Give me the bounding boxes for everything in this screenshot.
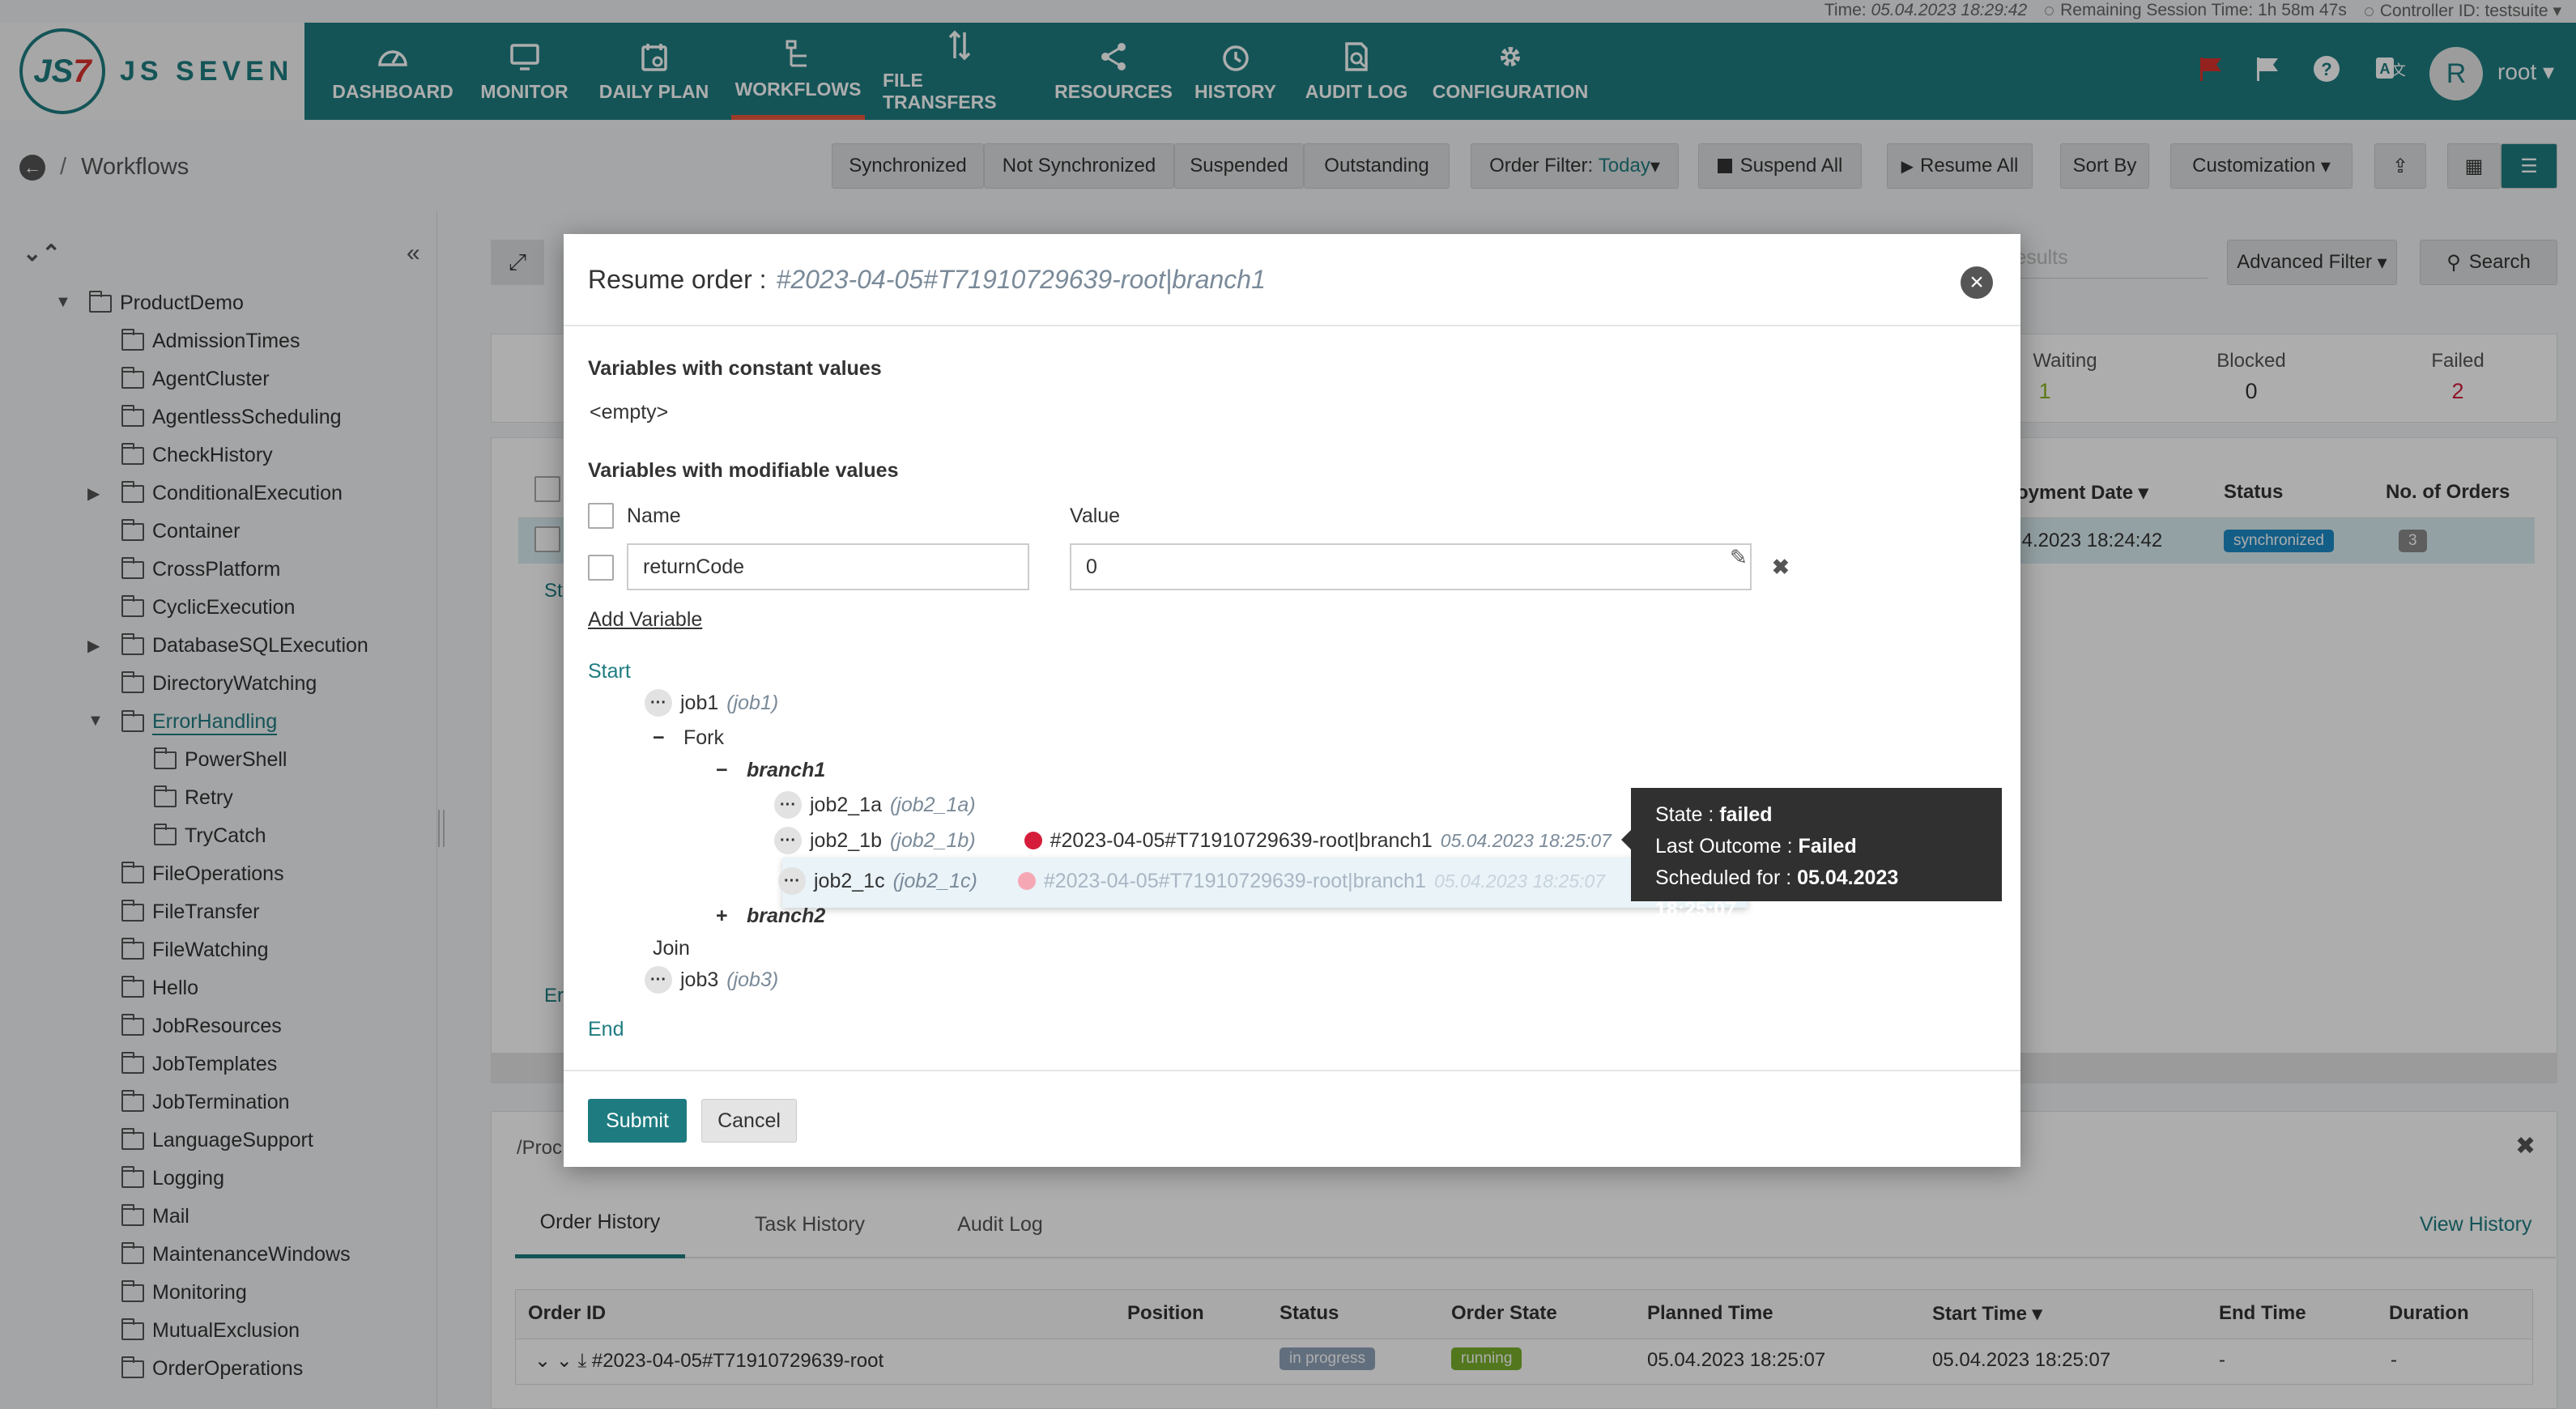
failed-order-dot-ghost <box>1017 872 1036 890</box>
workflow-branch2[interactable]: + branch2 <box>716 905 825 928</box>
tooltip-outcome: Last Outcome : Failed <box>1655 835 1857 858</box>
job-actions-icon[interactable]: ··· <box>774 827 802 854</box>
modal-footer-divider <box>564 1070 2020 1071</box>
workflow-branch1[interactable]: − branch1 <box>716 759 825 782</box>
failed-order-dot[interactable] <box>1024 832 1042 849</box>
workflow-job2-1c[interactable]: ··· job2_1c (job2_1c) #2023-04-05#T7191072… <box>778 867 1605 895</box>
const-vars-value: <empty> <box>590 401 669 424</box>
order-id[interactable]: #2023-04-05#T71910729639-root|branch1 <box>1050 829 1433 853</box>
mod-vars-heading: Variables with modifiable values <box>588 459 899 482</box>
order-state-tooltip: State : failed Last Outcome : Failed Sch… <box>1621 788 2002 921</box>
tooltip-scheduled: Scheduled for : 05.04.2023 18:25:07 <box>1655 866 1899 921</box>
cancel-button[interactable]: Cancel <box>701 1099 797 1143</box>
workflow-start[interactable]: Start <box>588 660 631 683</box>
remove-variable-icon[interactable]: ✖ <box>1772 555 1790 580</box>
col-value-header: Value <box>1070 504 1121 527</box>
workflow-job2-1a[interactable]: ··· job2_1a (job2_1a) <box>774 791 976 819</box>
workflow-end[interactable]: End <box>588 1018 624 1041</box>
close-icon[interactable]: × <box>1961 266 1993 299</box>
collapse-fork-icon[interactable]: − <box>653 726 675 750</box>
expand-branch-icon[interactable]: + <box>716 905 739 928</box>
job-actions-icon[interactable]: ··· <box>774 791 802 819</box>
variable-name-field[interactable]: returnCode <box>627 543 1029 590</box>
workflow-job3[interactable]: ··· job3 (job3) <box>645 966 778 994</box>
modal-title: Resume order : #2023-04-05#T71910729639-r… <box>588 265 1266 294</box>
workflow-job2-1b[interactable]: ··· job2_1b (job2_1b) #2023-04-05#T7191072… <box>774 827 1612 854</box>
job-actions-icon[interactable]: ··· <box>645 966 672 994</box>
select-all-vars-checkbox[interactable] <box>588 503 614 529</box>
workflow-fork[interactable]: − Fork <box>653 726 724 750</box>
add-variable-link[interactable]: Add Variable <box>588 608 702 632</box>
const-vars-heading: Variables with constant values <box>588 357 882 380</box>
workflow-join: Join <box>653 937 690 960</box>
variable-value-field[interactable]: 0 <box>1070 543 1752 590</box>
job-actions-icon[interactable]: ··· <box>645 689 672 717</box>
edit-value-icon[interactable]: ✎ <box>1730 545 1748 570</box>
workflow-job1[interactable]: ··· job1 (job1) <box>645 689 778 717</box>
submit-button[interactable]: Submit <box>588 1099 687 1143</box>
modal-header: Resume order : #2023-04-05#T71910729639-r… <box>564 234 2020 326</box>
variable-checkbox[interactable] <box>588 555 614 581</box>
tooltip-state: State : failed <box>1655 803 1773 826</box>
col-name-header: Name <box>627 504 681 527</box>
collapse-branch-icon[interactable]: − <box>716 759 739 782</box>
resume-order-modal: Resume order : #2023-04-05#T71910729639-r… <box>564 234 2020 1167</box>
job-actions-icon[interactable]: ··· <box>778 867 806 895</box>
